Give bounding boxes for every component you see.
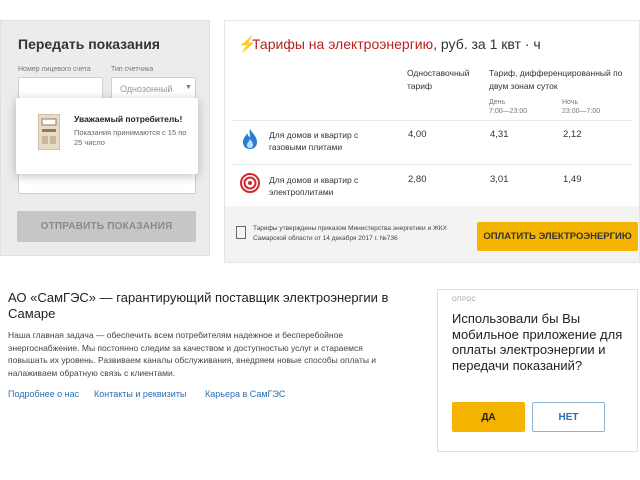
single-rate-header: Одноставочный тариф (407, 68, 470, 91)
day-hours: 7:00—23:00 (489, 108, 528, 115)
night-label: Ночь (562, 99, 579, 106)
table-divider (232, 164, 632, 165)
pay-electricity-button[interactable]: ОПЛАТИТЬ ЭЛЕКТРОЭНЕРГИЮ (477, 222, 638, 251)
contacts-link[interactable]: Контакты и реквизиты (94, 389, 186, 399)
about-link[interactable]: Подробнее о нас (8, 389, 79, 399)
tariffs-footer-note: Тарифы утверждены приказом Министерства … (253, 225, 448, 242)
row-electric-day: 3,01 (490, 174, 509, 185)
career-link[interactable]: Карьера в СамГЭС (205, 389, 285, 399)
meter-type-value: Однозонный (120, 84, 173, 94)
document-icon (236, 226, 246, 239)
row-gas-day: 4,31 (490, 129, 509, 140)
account-number-label: Номер лицевого счета (18, 66, 91, 73)
row-electric-single: 2,80 (408, 174, 427, 185)
survey-label: ОПРОС (452, 297, 477, 303)
row-electric-night: 1,49 (563, 174, 582, 185)
chevron-down-icon: ▼ (185, 84, 192, 91)
meter-type-select[interactable]: Однозонный ▼ (111, 77, 196, 99)
send-readings-button[interactable]: ОТПРАВИТЬ ПОКАЗАНИЯ (17, 211, 196, 242)
tariffs-title-accent: Тарифы на электроэнергию (252, 36, 434, 52)
survey-no-button[interactable]: НЕТ (532, 402, 605, 432)
company-title: АО «СамГЭС» — гарантирующий поставщик эл… (8, 290, 389, 321)
meter-type-label: Тип счетчика (111, 66, 154, 73)
gas-flame-icon (243, 129, 257, 149)
row-gas-label: Для домов и квартир с газовыми плитами (269, 130, 359, 152)
popup-title: Уважаемый потребитель! (74, 114, 183, 124)
company-description: Наша главная задача — обеспечить всем по… (8, 330, 377, 378)
day-label: День (489, 99, 506, 106)
dual-rate-header: Тариф, дифференцированный по двум зонам … (489, 68, 623, 91)
tariffs-title: Тарифы на электроэнергию, руб. за 1 квт … (252, 36, 541, 52)
reading-period-popup: Уважаемый потребитель! Показания принима… (16, 98, 198, 174)
electric-stove-icon (240, 173, 260, 193)
table-divider (232, 120, 632, 121)
night-hours: 23:00—7:00 (562, 108, 601, 115)
row-gas-single: 4,00 (408, 129, 427, 140)
tariffs-title-units: , руб. за 1 квт · ч (433, 36, 541, 52)
meter-icon (38, 114, 60, 150)
row-gas-night: 2,12 (563, 129, 582, 140)
row-electric-label: Для домов и квартир с электроплитами (269, 175, 359, 197)
submit-readings-title: Передать показания (18, 36, 160, 52)
account-number-input[interactable] (18, 77, 103, 99)
popup-text: Показания принимаются с 15 по 25 число (74, 128, 187, 147)
survey-yes-button[interactable]: ДА (452, 402, 525, 432)
survey-question: Использовали бы Вы мобильное приложение … (452, 311, 623, 373)
